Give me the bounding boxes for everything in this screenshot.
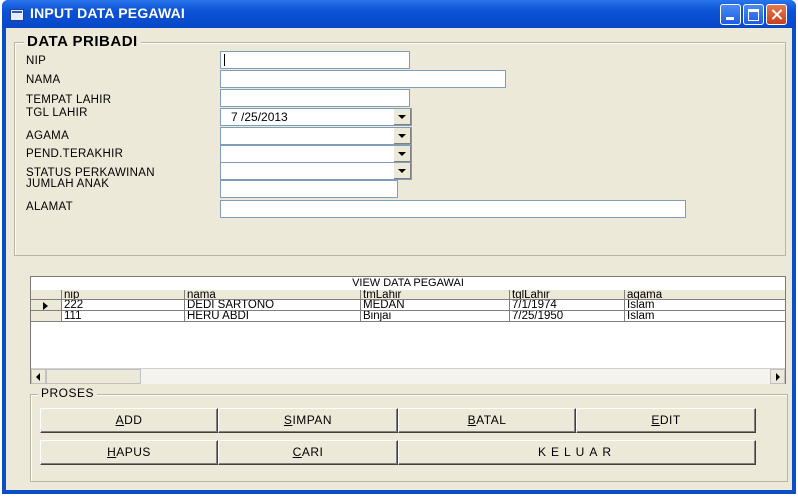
row-selector-icon (43, 302, 48, 310)
scroll-right-icon[interactable] (770, 369, 785, 384)
agama-label: AGAMA (26, 130, 70, 142)
nip-label: NIP (26, 55, 47, 67)
combo-arrow-icon[interactable] (393, 146, 411, 162)
column-header-agama[interactable]: agama (625, 290, 785, 300)
tgl-lahir-datepicker[interactable]: 7 /25/2013 (220, 108, 412, 126)
close-icon[interactable] (766, 4, 787, 25)
jumlah-anak-label: JUMLAH ANAK (26, 178, 110, 190)
proses-label: PROSES (38, 386, 98, 400)
scroll-left-icon[interactable] (31, 369, 46, 384)
agama-combo[interactable] (220, 127, 412, 145)
minimize-icon[interactable] (720, 4, 741, 25)
table-cell[interactable]: MEDAN (361, 300, 510, 311)
table-cell[interactable]: 7/25/1950 (510, 311, 625, 322)
text-caret (224, 54, 225, 66)
combo-arrow-icon[interactable] (393, 109, 411, 125)
window-title: INPUT DATA PEGAWAI (30, 5, 186, 21)
keluar-button[interactable]: KELUAR (398, 440, 756, 465)
horizontal-scrollbar[interactable] (31, 368, 785, 384)
nip-field[interactable] (220, 51, 410, 69)
table-cell[interactable]: Islam (625, 300, 785, 311)
form-client-area: DATA PRIBADI NIP NAMA TEMPAT LAHIR TGL L… (6, 28, 792, 490)
row-selector[interactable] (31, 300, 62, 311)
table-cell[interactable]: 111 (62, 311, 185, 322)
maximize-icon[interactable] (743, 4, 764, 25)
table-cell[interactable]: 7/1/1974 (510, 300, 625, 311)
edit-button[interactable]: EDIT (576, 408, 756, 433)
nama-label: NAMA (26, 74, 61, 86)
nama-field[interactable] (220, 70, 506, 88)
row-selector[interactable] (31, 311, 62, 322)
cari-button[interactable]: CARI (218, 440, 398, 465)
table-cell[interactable]: DEDI SARTONO (185, 300, 361, 311)
table-cell[interactable]: Islam (625, 311, 785, 322)
column-header-nip[interactable]: nip (62, 290, 185, 300)
simpan-button[interactable]: SIMPAN (218, 408, 398, 433)
combo-arrow-icon[interactable] (393, 163, 411, 179)
column-header-tmlahir[interactable]: tmLahir (361, 290, 510, 300)
batal-button[interactable]: BATAL (398, 408, 576, 433)
app-window: INPUT DATA PEGAWAI DATA PRIBADI NIP NAMA… (2, 0, 796, 494)
table-cell[interactable]: HERU ABDI (185, 311, 361, 322)
combo-arrow-icon[interactable] (393, 128, 411, 144)
hapus-button[interactable]: HAPUS (40, 440, 218, 465)
tempat-lahir-label: TEMPAT LAHIR (26, 94, 112, 106)
column-header-nama[interactable]: nama (185, 290, 361, 300)
alamat-label: ALAMAT (26, 201, 73, 213)
title-bar[interactable]: INPUT DATA PEGAWAI (2, 0, 796, 28)
tempat-lahir-field[interactable] (220, 89, 410, 107)
alamat-field[interactable] (220, 200, 686, 218)
grid-caption: VIEW DATA PEGAWAI (31, 277, 785, 291)
add-button[interactable]: ADD (40, 408, 218, 433)
pegawai-data-grid[interactable]: VIEW DATA PEGAWAI nip nama tmLahir tglLa… (30, 276, 786, 384)
scroll-thumb[interactable] (46, 369, 141, 384)
jumlah-anak-field[interactable] (220, 180, 398, 198)
header-row-selector (31, 290, 62, 300)
pend-terakhir-label: PEND.TERAKHIR (26, 148, 124, 160)
tgl-lahir-label: TGL LAHIR (26, 107, 88, 119)
pend-terakhir-combo[interactable] (220, 145, 412, 163)
table-cell[interactable]: 222 (62, 300, 185, 311)
column-header-tgllahir[interactable]: tglLahir (510, 290, 625, 300)
status-perkawinan-combo[interactable] (220, 162, 412, 180)
app-icon[interactable] (10, 9, 24, 21)
data-pribadi-label: DATA PRIBADI (24, 33, 141, 50)
tgl-lahir-value: 7 /25/2013 (231, 110, 288, 124)
table-cell[interactable]: Binjai (361, 311, 510, 322)
grid-header-row: nip nama tmLahir tglLahir agama (31, 290, 785, 300)
